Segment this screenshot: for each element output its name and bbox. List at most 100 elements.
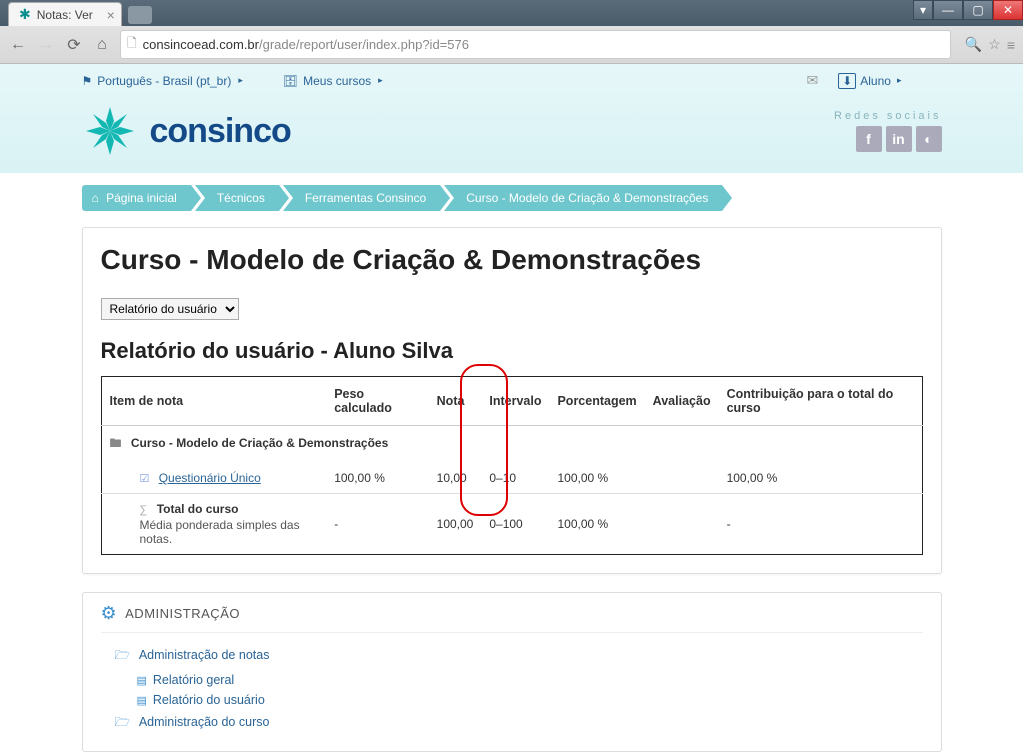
gears-icon: ⚙: [101, 603, 118, 624]
grades-table: Item de nota Peso calculado Nota Interva…: [101, 376, 923, 555]
tab-bar: ✱ Notas: Ver × ▾ — ▢ ✕: [0, 0, 1023, 26]
social-label: Redes sociais: [834, 110, 941, 122]
folder-icon: 🖿: [110, 436, 122, 450]
briefcase-icon: 🗄: [283, 74, 298, 88]
cell-percentage: 100,00 %: [549, 463, 644, 494]
crumb-label: Curso - Modelo de Criação & Demonstraçõe…: [466, 191, 708, 205]
url-path: /grade/report/user/index.php?id=576: [259, 37, 469, 52]
cell-feedback: [645, 494, 719, 555]
header-banner: ⚑ Português - Brasil (pt_br) ▸ 🗄 Meus cu…: [0, 64, 1023, 173]
user-label: Aluno: [860, 74, 891, 88]
my-courses-link[interactable]: 🗄 Meus cursos ▸: [283, 74, 383, 88]
browser-tab[interactable]: ✱ Notas: Ver ×: [8, 2, 122, 26]
breadcrumb-home[interactable]: ⌂ Página inicial: [82, 185, 191, 211]
search-icon[interactable]: 🔍: [965, 36, 982, 53]
caret-icon: ▸: [378, 75, 383, 86]
favicon-star-icon: ✱: [19, 6, 31, 23]
facebook-icon[interactable]: f: [856, 126, 882, 152]
table-header-row: Item de nota Peso calculado Nota Interva…: [101, 377, 922, 426]
top-links: ⚑ Português - Brasil (pt_br) ▸ 🗄 Meus cu…: [82, 64, 942, 103]
report-selector[interactable]: Relatório do usuário: [101, 298, 239, 320]
logo-text: consinco: [150, 112, 291, 151]
home-icon[interactable]: ⌂: [92, 36, 112, 54]
folder-label: Administração do curso: [139, 715, 270, 729]
forward-icon[interactable]: →: [36, 36, 56, 54]
page-title: Curso - Modelo de Criação & Demonstraçõe…: [101, 228, 923, 286]
item-label: Relatório geral: [153, 673, 234, 687]
cell-contribution: -: [719, 494, 922, 555]
folder-open-icon: 🗁: [115, 648, 131, 662]
my-courses-label: Meus cursos: [303, 74, 371, 88]
new-tab-button[interactable]: [128, 6, 152, 24]
back-icon[interactable]: ←: [8, 36, 28, 54]
th-range: Intervalo: [481, 377, 549, 426]
report-icon: ▤: [137, 695, 147, 707]
window-dropdown-button[interactable]: ▾: [913, 0, 933, 20]
admin-title-text: ADMINISTRAÇÃO: [125, 606, 240, 621]
cell-weight: 100,00 %: [326, 463, 428, 494]
total-name: Total do curso: [157, 502, 239, 516]
th-weight: Peso calculado: [326, 377, 428, 426]
breadcrumb-item[interactable]: Ferramentas Consinco: [283, 185, 440, 211]
admin-item-general-report[interactable]: ▤ Relatório geral: [115, 670, 923, 690]
breadcrumb-item[interactable]: Curso - Modelo de Criação & Demonstraçõe…: [444, 185, 722, 211]
item-label: Relatório do usuário: [153, 693, 265, 707]
mail-icon[interactable]: ✉: [806, 72, 818, 89]
report-icon: ▤: [137, 675, 147, 687]
quiz-icon: ☑: [140, 473, 150, 485]
menu-icon[interactable]: ≡: [1007, 37, 1015, 53]
administration-block: ⚙ ADMINISTRAÇÃO 🗁 Administração de notas…: [82, 592, 942, 752]
user-menu[interactable]: ⬇ Aluno ▸: [838, 73, 901, 89]
table-row-total: ∑ Total do curso Média ponderada simples…: [101, 494, 922, 555]
tab-close-icon[interactable]: ×: [107, 7, 115, 23]
window-minimize-button[interactable]: —: [933, 0, 963, 20]
quiz-link[interactable]: Questionário Único: [159, 471, 261, 485]
globe-icon[interactable]: ◐: [916, 126, 942, 152]
main-card: Curso - Modelo de Criação & Demonstraçõe…: [82, 227, 942, 574]
total-subtext: Média ponderada simples das notas.: [140, 518, 319, 546]
th-percentage: Porcentagem: [549, 377, 644, 426]
window-close-button[interactable]: ✕: [993, 0, 1023, 20]
cell-grade: 100,00: [429, 494, 482, 555]
admin-item-user-report[interactable]: ▤ Relatório do usuário: [115, 690, 923, 710]
window-maximize-button[interactable]: ▢: [963, 0, 993, 20]
bookmark-star-icon[interactable]: ☆: [988, 36, 1001, 53]
th-grade: Nota: [429, 377, 482, 426]
crumb-label: Página inicial: [106, 191, 177, 205]
crumb-label: Ferramentas Consinco: [305, 191, 426, 205]
folder-open-icon: 🗁: [115, 715, 131, 729]
nav-bar: ← → ⟳ ⌂ 🗋 consincoead.com.br /grade/repo…: [0, 26, 1023, 63]
language-label: Português - Brasil (pt_br): [97, 74, 231, 88]
cell-percentage: 100,00 %: [549, 494, 644, 555]
language-selector[interactable]: ⚑ Português - Brasil (pt_br) ▸: [82, 74, 243, 88]
reload-icon[interactable]: ⟳: [64, 35, 84, 55]
flag-icon: ⚑: [82, 74, 93, 88]
th-feedback: Avaliação: [645, 377, 719, 426]
breadcrumb-item[interactable]: Técnicos: [195, 185, 279, 211]
breadcrumb: ⌂ Página inicial Técnicos Ferramentas Co…: [82, 185, 942, 211]
tab-title: Notas: Ver: [37, 8, 93, 22]
cell-range: 0–100: [481, 494, 549, 555]
cell-feedback: [645, 463, 719, 494]
folder-label: Administração de notas: [139, 648, 270, 662]
url-domain: consincoead.com.br: [143, 37, 259, 52]
th-contribution: Contribuição para o total do curso: [719, 377, 922, 426]
linkedin-icon[interactable]: in: [886, 126, 912, 152]
page-icon: 🗋: [127, 34, 137, 55]
folder-name: Curso - Modelo de Criação & Demonstraçõe…: [131, 436, 388, 450]
url-bar[interactable]: 🗋 consincoead.com.br /grade/report/user/…: [120, 30, 951, 59]
window-controls: ▾ — ▢ ✕: [913, 0, 1023, 20]
admin-folder-course[interactable]: 🗁 Administração do curso: [115, 710, 923, 737]
caret-icon: ▸: [238, 75, 243, 86]
cell-range: 0–10: [481, 463, 549, 494]
admin-folder-grades[interactable]: 🗁 Administração de notas: [115, 643, 923, 670]
table-row-folder: 🖿 Curso - Modelo de Criação & Demonstraç…: [101, 426, 922, 464]
user-icon: ⬇: [838, 73, 856, 89]
admin-title: ⚙ ADMINISTRAÇÃO: [101, 603, 923, 633]
social-block: Redes sociais f in ◐: [834, 110, 941, 152]
logo[interactable]: consinco: [82, 103, 291, 159]
th-item: Item de nota: [101, 377, 326, 426]
logo-mark-icon: [82, 103, 138, 159]
sum-icon: ∑: [140, 504, 148, 516]
cell-contribution: 100,00 %: [719, 463, 922, 494]
